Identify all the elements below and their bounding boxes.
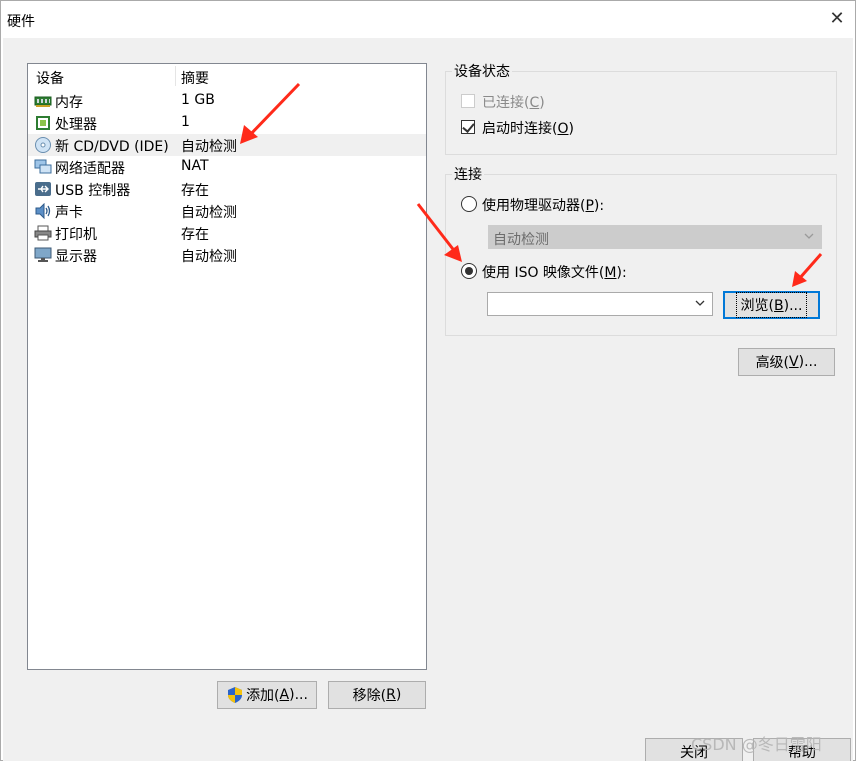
- column-separator[interactable]: [175, 66, 176, 86]
- device-name: 处理器: [55, 117, 97, 133]
- chevron-down-icon: [804, 233, 814, 239]
- device-name: 声卡: [55, 205, 83, 221]
- printer-icon: [34, 225, 52, 241]
- device-summary: 自动检测: [181, 249, 237, 265]
- memory-icon: [34, 96, 52, 107]
- speaker-icon: [35, 203, 51, 219]
- title-bar: 硬件 ✕: [1, 1, 855, 38]
- remove-button[interactable]: 移除(R): [328, 681, 426, 709]
- device-status-group: 设备状态 已连接(C) 启动时连接(O): [445, 61, 837, 155]
- device-row-memory[interactable]: 内存 1 GB: [28, 90, 426, 112]
- advanced-button-accel: V: [789, 354, 799, 370]
- device-row-processor[interactable]: 处理器 1: [28, 112, 426, 134]
- add-button-label: 添加(: [246, 688, 280, 704]
- device-row-sound-card[interactable]: 声卡 自动检测: [28, 200, 426, 222]
- connection-title: 连接: [452, 164, 484, 184]
- add-button-accel: A: [279, 687, 290, 703]
- iso-file-label: 使用 ISO 映像文件(M):: [482, 265, 627, 281]
- remove-button-tail: ): [395, 687, 402, 703]
- list-header: 设备 摘要: [28, 64, 426, 88]
- device-row-usb[interactable]: USB 控制器 存在: [28, 178, 426, 200]
- device-summary: 1: [181, 114, 190, 130]
- connect-at-power-on-label: 启动时连接(O): [482, 121, 574, 137]
- physical-drive-select-value: 自动检测: [493, 232, 549, 248]
- device-status-title: 设备状态: [452, 61, 512, 81]
- advanced-button-label: 高级(: [755, 355, 790, 371]
- physical-drive-radio[interactable]: [461, 196, 477, 212]
- iso-path-combobox[interactable]: [487, 292, 713, 316]
- connected-label: 已连接(C): [482, 95, 545, 111]
- device-name: 内存: [55, 95, 83, 111]
- connected-checkbox[interactable]: [461, 94, 475, 108]
- device-summary: 自动检测: [181, 139, 237, 155]
- device-summary: 1 GB: [181, 92, 215, 108]
- device-row-cd-dvd[interactable]: 新 CD/DVD (IDE) 自动检测: [28, 134, 426, 156]
- device-row-network-adapter[interactable]: 网络适配器 NAT: [28, 156, 426, 178]
- usb-icon: [35, 182, 51, 196]
- column-header-device[interactable]: 设备: [36, 68, 64, 88]
- device-summary: 存在: [181, 227, 209, 243]
- device-name: 新 CD/DVD (IDE): [55, 139, 169, 155]
- device-list[interactable]: 设备 摘要 内存 1 GB 处理器 1 新 CD/DVD (IDE) 自动检测 …: [27, 63, 427, 670]
- device-name: 网络适配器: [55, 161, 125, 177]
- add-button-tail: )...: [289, 687, 308, 703]
- iso-file-radio[interactable]: [461, 263, 477, 279]
- processor-icon: [36, 116, 50, 130]
- connect-at-power-on-checkbox[interactable]: [461, 120, 475, 134]
- advanced-button-tail: )...: [798, 354, 818, 370]
- connection-group: 连接 使用物理驱动器(P): 自动检测 使用 ISO 映像文件(M): 浏览(B…: [445, 164, 837, 336]
- device-name: 显示器: [55, 249, 97, 265]
- device-summary: 自动检测: [181, 205, 237, 221]
- device-name: 打印机: [55, 227, 97, 243]
- remove-button-label: 移除(: [352, 688, 387, 704]
- add-button[interactable]: 添加(A)...: [217, 681, 317, 709]
- browse-button[interactable]: 浏览(B)...: [723, 291, 820, 319]
- device-name: USB 控制器: [55, 183, 131, 199]
- advanced-button[interactable]: 高级(V)...: [738, 348, 835, 376]
- close-icon[interactable]: ✕: [827, 9, 847, 29]
- shield-icon: [228, 687, 243, 703]
- monitor-icon: [34, 247, 52, 262]
- chevron-down-icon[interactable]: [694, 297, 706, 309]
- physical-drive-label: 使用物理驱动器(P):: [482, 198, 605, 214]
- column-header-summary[interactable]: 摘要: [181, 68, 209, 88]
- device-summary: 存在: [181, 183, 209, 199]
- device-summary: NAT: [181, 158, 209, 174]
- device-row-display[interactable]: 显示器 自动检测: [28, 244, 426, 266]
- cd-dvd-icon: [35, 137, 51, 153]
- remove-button-accel: R: [386, 687, 396, 703]
- network-adapter-icon: [34, 159, 52, 174]
- device-row-printer[interactable]: 打印机 存在: [28, 222, 426, 244]
- browse-button-label: 浏览(B)...: [735, 292, 808, 318]
- physical-drive-select[interactable]: 自动检测: [488, 225, 822, 249]
- hardware-dialog: 硬件 ✕ 设备 摘要 内存 1 GB 处理器 1 新 CD/DVD (IDE) …: [0, 0, 856, 761]
- watermark: CSDN @冬日雪阳: [691, 735, 822, 754]
- dialog-body: 设备 摘要 内存 1 GB 处理器 1 新 CD/DVD (IDE) 自动检测 …: [3, 38, 853, 761]
- window-title: 硬件: [7, 14, 35, 30]
